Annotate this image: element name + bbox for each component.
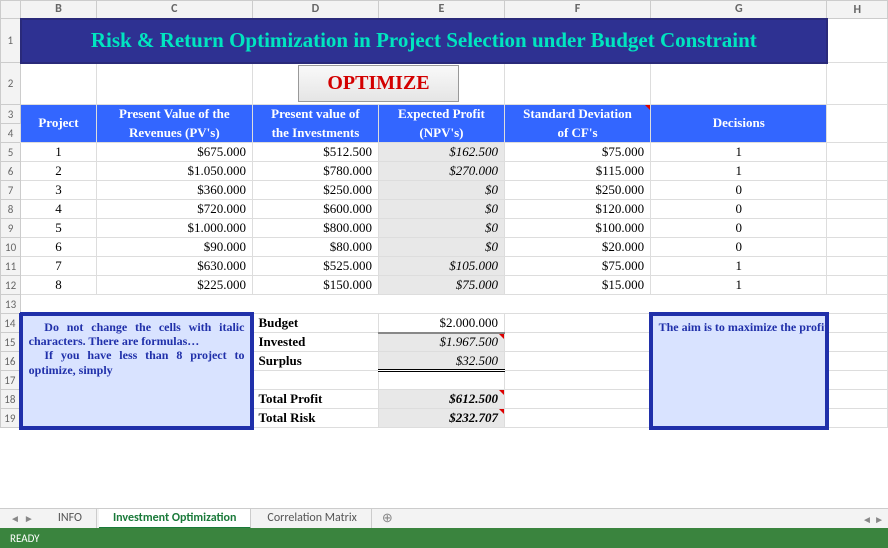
worksheet-area[interactable]: B C D E F G H 1 Risk & Return Optimizati… xyxy=(0,0,888,508)
table-row: 106$90.000$80.000$0$20.0000 xyxy=(1,238,888,257)
invested-label: Invested xyxy=(252,333,378,352)
col-E[interactable]: E xyxy=(378,1,504,19)
total-profit-label: Total Profit xyxy=(252,390,378,409)
hdr-pv-rev-2: Revenues (PV's) xyxy=(96,124,252,143)
add-sheet-icon[interactable]: ⊕ xyxy=(374,509,401,529)
tab-correlation-matrix[interactable]: Correlation Matrix xyxy=(253,509,371,529)
invested-value[interactable]: $1.967.500 xyxy=(378,333,504,352)
total-risk-label: Total Risk xyxy=(252,409,378,428)
sheet-tab-bar: ◄ ► INFO Investment Optimization Correla… xyxy=(0,508,888,528)
table-row: 128$225.000$150.000$75.000$15.0001 xyxy=(1,276,888,295)
hdr-std-2: of CF's xyxy=(504,124,650,143)
total-profit-value[interactable]: $612.500 xyxy=(378,390,504,409)
note-right: The aim is to maximize the profit over r… xyxy=(651,314,827,428)
optimize-button[interactable]: OPTIMIZE xyxy=(298,65,458,102)
row-1[interactable]: 1 xyxy=(1,19,21,63)
table-row: 84$720.000$600.000$0$120.0000 xyxy=(1,200,888,219)
hdr-decisions: Decisions xyxy=(651,105,827,143)
hdr-project: Project xyxy=(21,105,97,143)
col-B[interactable]: B xyxy=(21,1,97,19)
hdr-pv-inv-2: the Investments xyxy=(252,124,378,143)
col-header-row: B C D E F G H xyxy=(1,1,888,19)
col-C[interactable]: C xyxy=(96,1,252,19)
status-text: READY xyxy=(10,532,40,545)
row-3[interactable]: 3 xyxy=(1,105,21,124)
table-row: 62$1.050.000$780.000$270.000$115.0001 xyxy=(1,162,888,181)
hdr-pv-inv-1: Present value of xyxy=(252,105,378,124)
total-risk-value[interactable]: $232.707 xyxy=(378,409,504,428)
table-row: 51$675.000$512.500$162.500$75.0001 xyxy=(1,143,888,162)
note-left: Do not change the cells with italic char… xyxy=(21,314,253,428)
select-all[interactable] xyxy=(1,1,21,19)
grid: B C D E F G H 1 Risk & Return Optimizati… xyxy=(0,0,888,430)
col-G[interactable]: G xyxy=(651,1,827,19)
budget-value[interactable]: $2.000.000 xyxy=(378,314,504,333)
scroll-right-icon[interactable]: ◄ ► xyxy=(862,513,884,526)
status-bar: READY xyxy=(0,528,888,548)
tab-next-icon[interactable]: ► xyxy=(24,512,34,525)
hdr-profit-1: Expected Profit xyxy=(378,105,504,124)
tab-info[interactable]: INFO xyxy=(44,509,97,529)
budget-label: Budget xyxy=(252,314,378,333)
tab-nav: ◄ ► xyxy=(0,512,44,525)
tab-investment-optimization[interactable]: Investment Optimization xyxy=(99,509,251,529)
table-row: 73$360.000$250.000$0$250.0000 xyxy=(1,181,888,200)
tab-first-icon[interactable]: ◄ xyxy=(10,512,20,525)
col-D[interactable]: D xyxy=(252,1,378,19)
col-F[interactable]: F xyxy=(504,1,650,19)
optimize-cell: OPTIMIZE xyxy=(252,63,504,105)
hdr-profit-2: (NPV's) xyxy=(378,124,504,143)
surplus-value[interactable]: $32.500 xyxy=(378,352,504,371)
col-H[interactable]: H xyxy=(827,1,888,19)
hdr-pv-rev-1: Present Value of the xyxy=(96,105,252,124)
table-row: 95$1.000.000$800.000$0$100.0000 xyxy=(1,219,888,238)
surplus-label: Surplus xyxy=(252,352,378,371)
row-2[interactable]: 2 xyxy=(1,63,21,105)
hdr-std-1: Standard Deviation xyxy=(504,105,650,124)
row-4[interactable]: 4 xyxy=(1,124,21,143)
table-row: 117$630.000$525.000$105.000$75.0001 xyxy=(1,257,888,276)
title-banner: Risk & Return Optimization in Project Se… xyxy=(21,19,827,63)
